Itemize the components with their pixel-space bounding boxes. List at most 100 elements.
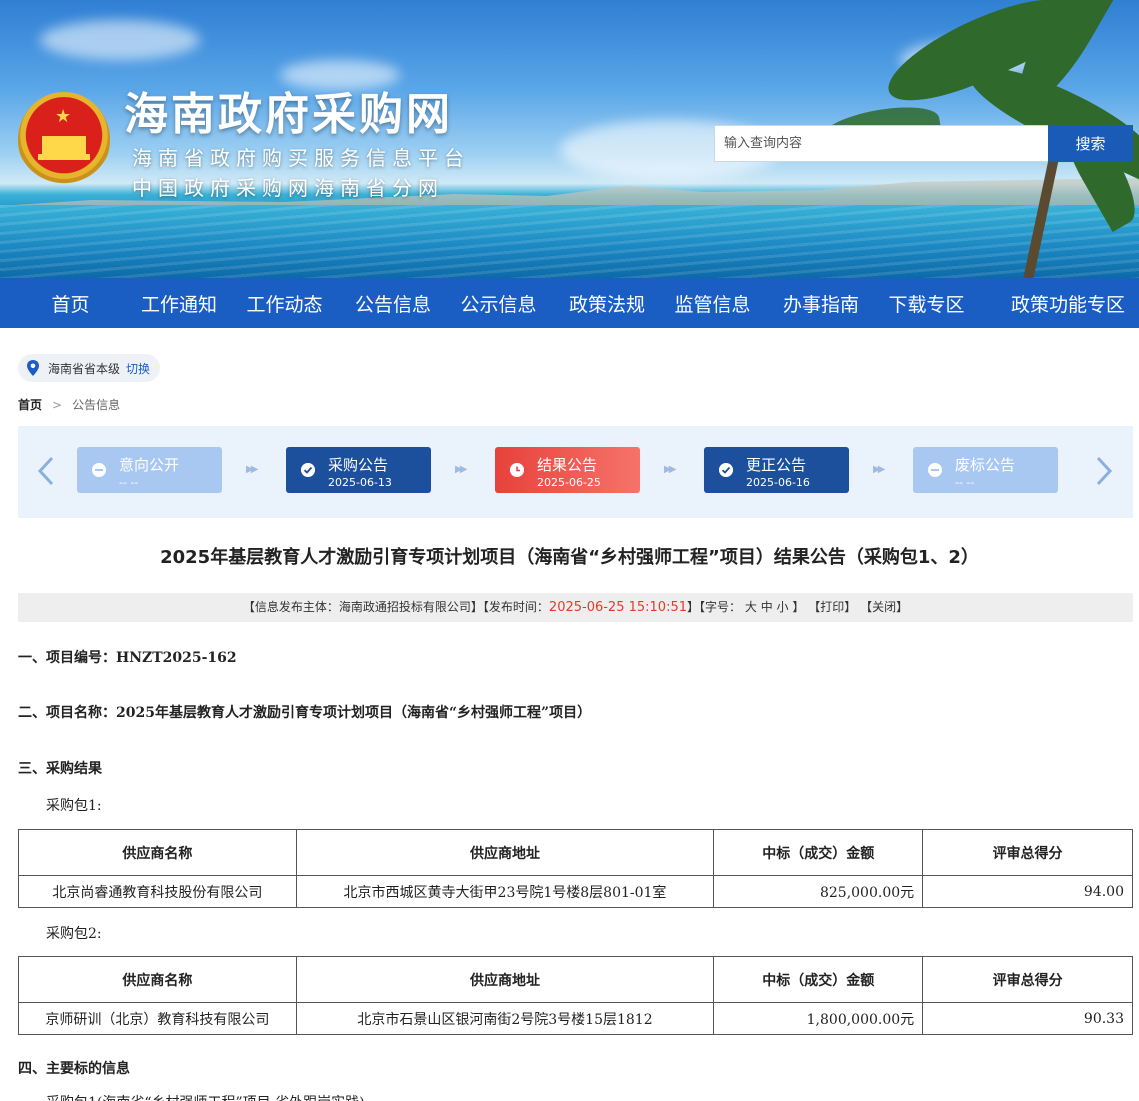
step-procurement-notice[interactable]: 采购公告 2025-06-13 bbox=[286, 447, 431, 493]
nav-policy-zone[interactable]: 政策功能专区 bbox=[997, 290, 1139, 317]
article-title: 2025年基层教育人才激励引育专项计划项目（海南省“乡村强师工程”项目）结果公告… bbox=[160, 547, 979, 568]
switch-region-link[interactable]: 切换 bbox=[126, 360, 150, 377]
nav-supervision[interactable]: 监管信息 bbox=[642, 290, 783, 317]
step-date: 2025-06-25 bbox=[537, 476, 601, 489]
check-icon bbox=[301, 463, 315, 477]
chevron-right-icon[interactable] bbox=[1092, 456, 1116, 486]
site-title: 海南政府采购网 bbox=[124, 89, 453, 140]
article-meta: 【信息发布主体：海南政通招投标有限公司】【发布时间：2025-06-25 15:… bbox=[18, 593, 1133, 622]
supplier-name: 北京尚睿通教育科技股份有限公司 bbox=[18, 875, 297, 908]
step-correction-notice[interactable]: 更正公告 2025-06-16 bbox=[704, 447, 849, 493]
publish-time: 2025-06-25 15:10:51 bbox=[548, 600, 687, 615]
award-amount: 1,800,000.00元 bbox=[713, 1002, 924, 1035]
nav-announcements[interactable]: 公告信息 bbox=[355, 290, 431, 317]
supplier-name: 京师研训（北京）教育科技有限公司 bbox=[18, 1002, 297, 1035]
breadcrumb-home[interactable]: 首页 bbox=[18, 396, 42, 413]
chevron-double-right-icon: ▶▶ bbox=[246, 464, 259, 475]
column-header: 供应商地址 bbox=[295, 956, 715, 1003]
result-table-package-1: 供应商名称 供应商地址 中标（成交）金额 评审总得分 北京尚睿通教育科技股份有限… bbox=[18, 829, 1133, 908]
procurement-timeline: 意向公开 -- -- ▶▶ 采购公告 2025-06-13 ▶▶ 结果公告 20… bbox=[18, 426, 1133, 518]
section-main-items: 四、主要标的信息 bbox=[18, 1061, 130, 1077]
section-project-number: 一、项目编号：HNZT2025-162 bbox=[18, 650, 237, 666]
chevron-double-right-icon: ▶▶ bbox=[873, 464, 886, 475]
supplier-address: 北京市西城区黄寺大街甲23号院1号楼8层801-01室 bbox=[295, 875, 715, 908]
step-label: 意向公开 bbox=[119, 456, 180, 474]
breadcrumb-separator: > bbox=[52, 397, 63, 412]
package-label: 采购包1: bbox=[46, 798, 102, 814]
nav-guide[interactable]: 办事指南 bbox=[783, 290, 859, 317]
breadcrumb: 首页 > 公告信息 bbox=[18, 396, 120, 413]
site-subtitle: 海南省政府购买服务信息平台 bbox=[132, 146, 470, 170]
font-size-large[interactable]: 大 bbox=[745, 600, 757, 614]
nav-home[interactable]: 首页 bbox=[0, 290, 141, 317]
close-link[interactable]: 【关闭】 bbox=[860, 600, 908, 614]
location-pin-icon bbox=[27, 360, 39, 376]
publish-time-close: 】 bbox=[687, 600, 700, 614]
nav-work-notice[interactable]: 工作通知 bbox=[141, 290, 217, 317]
package-label: 采购包2: bbox=[46, 926, 102, 942]
section-project-name: 二、项目名称：2025年基层教育人才激励引育专项计划项目（海南省“乡村强师工程”… bbox=[18, 705, 592, 721]
font-size-small[interactable]: 小 bbox=[777, 600, 789, 614]
supplier-address: 北京市石景山区银河南街2号院3号楼15层1812 bbox=[295, 1002, 715, 1035]
chevron-double-right-icon: ▶▶ bbox=[664, 464, 677, 475]
publisher: 【信息发布主体：海南政通招投标有限公司】 bbox=[242, 600, 483, 614]
header-banner: ★ 海南政府采购网 海南省政府购买服务信息平台 中国政府采购网海南省分网 搜索 bbox=[0, 0, 1139, 278]
step-intent[interactable]: 意向公开 -- -- bbox=[77, 447, 222, 493]
column-header: 供应商地址 bbox=[295, 829, 715, 876]
clock-icon bbox=[510, 463, 524, 477]
nav-work-news[interactable]: 工作动态 bbox=[214, 290, 355, 317]
emblem-base bbox=[38, 154, 90, 160]
search-input[interactable] bbox=[714, 125, 1048, 162]
package-note: 采购包1(海南省“乡村强师工程”项目 省外跟岗实践) bbox=[46, 1092, 365, 1101]
table-row: 北京尚睿通教育科技股份有限公司 北京市西城区黄寺大街甲23号院1号楼8层801-… bbox=[18, 875, 1133, 908]
step-label: 结果公告 bbox=[537, 456, 598, 474]
font-size-close: 】 bbox=[792, 600, 805, 614]
chevron-double-right-icon: ▶▶ bbox=[455, 464, 468, 475]
font-size-label: 【字号： bbox=[699, 600, 742, 614]
step-label: 更正公告 bbox=[746, 456, 807, 474]
column-header: 评审总得分 bbox=[922, 829, 1133, 876]
site-subtitle-2: 中国政府采购网海南省分网 bbox=[132, 176, 444, 200]
chevron-left-icon[interactable] bbox=[34, 456, 58, 486]
column-header: 中标（成交）金额 bbox=[713, 956, 924, 1003]
step-result-notice[interactable]: 结果公告 2025-06-25 bbox=[495, 447, 640, 493]
sea-background bbox=[0, 205, 1139, 278]
region-name: 海南省省本级 bbox=[48, 361, 121, 376]
step-cancellation-notice[interactable]: 废标公告 -- -- bbox=[913, 447, 1058, 493]
nav-policies[interactable]: 政策法规 bbox=[569, 290, 645, 317]
minus-icon bbox=[92, 463, 106, 477]
check-icon bbox=[719, 463, 733, 477]
nav-downloads[interactable]: 下载专区 bbox=[856, 290, 997, 317]
step-date: -- -- bbox=[119, 476, 139, 489]
tiananmen-shape bbox=[42, 136, 86, 154]
cloud bbox=[40, 20, 200, 60]
total-score: 90.33 bbox=[922, 1002, 1133, 1035]
search-bar: 搜索 bbox=[714, 125, 1133, 162]
result-table-package-2: 供应商名称 供应商地址 中标（成交）金额 评审总得分 京师研训（北京）教育科技有… bbox=[18, 956, 1133, 1035]
step-date: -- -- bbox=[955, 476, 975, 489]
print-link[interactable]: 【打印】 bbox=[808, 600, 856, 614]
star-icon: ★ bbox=[55, 106, 72, 127]
column-header: 供应商名称 bbox=[18, 829, 297, 876]
column-header: 评审总得分 bbox=[922, 956, 1133, 1003]
minus-icon bbox=[928, 463, 942, 477]
total-score: 94.00 bbox=[922, 875, 1133, 908]
main-nav: 首页 工作通知 工作动态 公告信息 公示信息 政策法规 监管信息 办事指南 下载… bbox=[0, 278, 1139, 328]
table-header-row: 供应商名称 供应商地址 中标（成交）金额 评审总得分 bbox=[18, 956, 1133, 1003]
section-procurement-result: 三、采购结果 bbox=[18, 761, 102, 777]
step-date: 2025-06-16 bbox=[746, 476, 810, 489]
column-header: 中标（成交）金额 bbox=[713, 829, 924, 876]
table-row: 京师研训（北京）教育科技有限公司 北京市石景山区银河南街2号院3号楼15层181… bbox=[18, 1002, 1133, 1035]
national-emblem-logo: ★ bbox=[18, 92, 110, 188]
breadcrumb-current: 公告信息 bbox=[72, 398, 121, 412]
region-selector: 海南省省本级 切换 bbox=[18, 354, 161, 382]
column-header: 供应商名称 bbox=[18, 956, 297, 1003]
award-amount: 825,000.00元 bbox=[713, 875, 924, 908]
step-label: 废标公告 bbox=[955, 456, 1016, 474]
step-label: 采购公告 bbox=[328, 456, 389, 474]
nav-publicity[interactable]: 公示信息 bbox=[428, 290, 569, 317]
publish-time-label: 【发布时间： bbox=[482, 600, 549, 614]
search-button[interactable]: 搜索 bbox=[1048, 125, 1133, 162]
font-size-medium[interactable]: 中 bbox=[761, 600, 773, 614]
step-date: 2025-06-13 bbox=[328, 476, 392, 489]
